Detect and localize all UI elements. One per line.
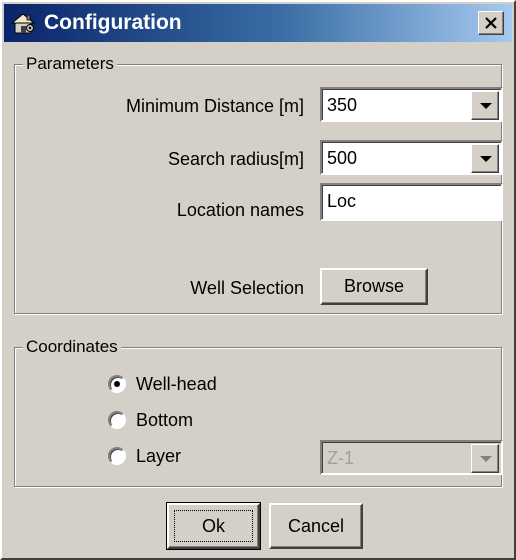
close-icon <box>485 17 497 29</box>
radio-layer[interactable]: Layer <box>108 444 268 470</box>
layer-dropdown-button[interactable] <box>471 444 499 473</box>
settings-house-icon <box>10 11 36 35</box>
radio-bottom[interactable]: Bottom <box>108 408 268 434</box>
browse-button[interactable]: Browse <box>320 268 428 305</box>
radio-button[interactable] <box>108 447 126 465</box>
ok-button[interactable]: Ok <box>166 502 261 550</box>
radio-button[interactable] <box>108 411 126 429</box>
location-names-label: Location names <box>176 200 304 220</box>
radio-layer-label: Layer <box>136 446 182 466</box>
cancel-label: Cancel <box>287 515 345 536</box>
min-distance-label: Minimum Distance [m] <box>125 96 304 116</box>
search-radius-value: 500 <box>327 148 358 168</box>
radio-well-head-label: Well-head <box>136 374 217 394</box>
search-radius-select[interactable]: 500 <box>320 140 503 175</box>
min-distance-value: 350 <box>327 95 358 115</box>
layer-select[interactable]: Z-1 <box>320 440 503 475</box>
radio-well-head[interactable]: Well-head <box>108 372 268 398</box>
well-selection-label: Well Selection <box>190 278 304 298</box>
location-names-value: Loc <box>327 191 357 211</box>
close-button[interactable] <box>478 11 504 35</box>
cancel-button[interactable]: Cancel <box>269 503 363 549</box>
parameters-legend: Parameters <box>23 53 117 75</box>
radio-button-selected[interactable] <box>108 375 126 393</box>
configuration-dialog: Configuration Parameters Minimum Distanc… <box>0 0 516 560</box>
ok-label: Ok <box>201 515 225 536</box>
window-title: Configuration <box>44 11 182 34</box>
search-radius-label: Search radius[m] <box>167 149 304 169</box>
chevron-down-icon <box>480 103 492 109</box>
layer-value: Z-1 <box>327 448 354 468</box>
chevron-down-icon <box>480 156 492 162</box>
min-distance-select[interactable]: 350 <box>320 87 503 122</box>
coordinates-legend: Coordinates <box>23 336 121 358</box>
radio-bottom-label: Bottom <box>136 410 194 430</box>
min-distance-dropdown-button[interactable] <box>471 91 499 120</box>
location-names-input[interactable]: Loc <box>320 183 503 221</box>
search-radius-dropdown-button[interactable] <box>471 144 499 173</box>
chevron-down-icon <box>480 456 492 462</box>
title-bar[interactable]: Configuration <box>4 4 512 42</box>
radio-dot-icon <box>114 381 120 387</box>
